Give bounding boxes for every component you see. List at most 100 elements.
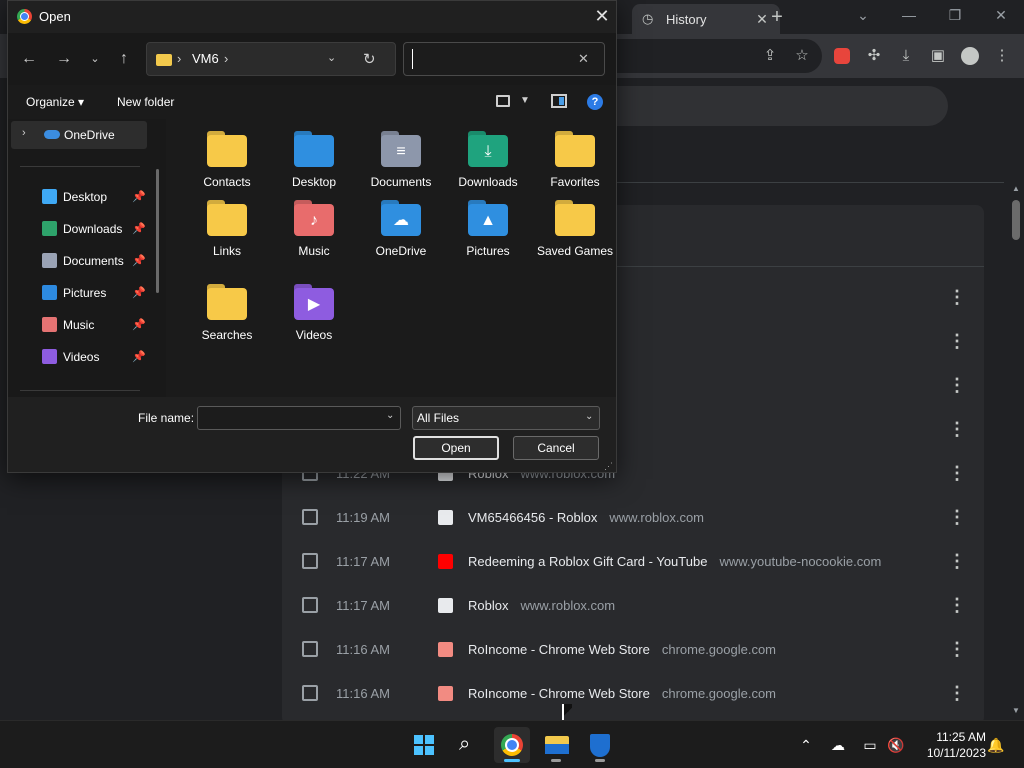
address-dropdown-chevron-icon[interactable]: ⌄ — [327, 51, 336, 64]
folder-videos[interactable]: ▶ Videos — [271, 284, 357, 342]
folder-documents[interactable]: ≡ Documents — [358, 131, 444, 189]
resize-grip-icon[interactable]: ⋰ — [604, 461, 613, 472]
taskbar-windows-security[interactable] — [582, 727, 618, 763]
more-actions-icon[interactable]: ⋮ — [948, 508, 966, 526]
sidebar-item-documents[interactable]: Documents 📌 — [8, 247, 158, 275]
cancel-button[interactable]: Cancel — [513, 436, 599, 460]
history-link[interactable]: RoIncome - Chrome Web Store chrome.google… — [468, 686, 776, 701]
notification-bell-icon[interactable]: 🔔 — [987, 737, 1005, 754]
bookmark-star-icon[interactable]: ☆ — [792, 46, 812, 66]
history-row[interactable]: 11:17 AM Roblox www.roblox.com ⋮ — [282, 583, 984, 627]
sidebar-item-music[interactable]: Music 📌 — [8, 311, 158, 339]
row-checkbox[interactable] — [302, 509, 318, 525]
close-window-icon[interactable]: ✕ — [984, 4, 1018, 28]
show-hidden-icons-chevron-icon[interactable]: ⌃ — [797, 737, 815, 754]
folder-searches[interactable]: Searches — [184, 284, 270, 342]
folder-downloads[interactable]: ⤓ Downloads — [445, 131, 531, 189]
recent-locations-chevron-icon[interactable]: ⌄ — [83, 48, 107, 70]
refresh-icon[interactable]: ↻ — [363, 50, 376, 68]
start-button[interactable] — [406, 727, 442, 763]
change-view-icon[interactable] — [496, 95, 510, 107]
folder-links[interactable]: Links — [184, 200, 270, 258]
profile-avatar-icon[interactable] — [961, 47, 979, 65]
preview-pane-icon[interactable] — [551, 94, 567, 108]
expand-chevron-icon[interactable]: › — [22, 127, 26, 139]
open-button[interactable]: Open — [413, 436, 499, 460]
folder-saved-games[interactable]: Saved Games — [532, 200, 618, 258]
file-name-history-chevron-icon[interactable]: ⌄ — [386, 410, 394, 421]
back-arrow-icon[interactable]: ← — [17, 48, 41, 70]
up-arrow-icon[interactable]: ↑ — [112, 48, 136, 70]
scroll-down-icon[interactable]: ▼ — [1011, 706, 1021, 715]
folder-music[interactable]: ♪ Music — [271, 200, 357, 258]
side-panel-icon[interactable]: ▣ — [928, 46, 948, 66]
row-checkbox[interactable] — [302, 597, 318, 613]
download-icon[interactable]: ⤓ — [896, 46, 916, 66]
search-button[interactable]: ⌕ — [450, 727, 486, 763]
new-folder-button[interactable]: New folder — [117, 95, 174, 109]
clear-search-icon[interactable]: ✕ — [578, 51, 589, 67]
sidebar-item-videos[interactable]: Videos 📌 — [8, 343, 158, 371]
sidebar-item-onedrive[interactable]: › OneDrive — [11, 121, 147, 149]
forward-arrow-icon[interactable]: → — [52, 48, 76, 70]
row-checkbox[interactable] — [302, 553, 318, 569]
folder-pictures[interactable]: ▲ Pictures — [445, 200, 531, 258]
folder-contacts[interactable]: Contacts — [184, 131, 270, 189]
more-actions-icon[interactable]: ⋮ — [948, 288, 966, 306]
share-icon[interactable]: ⇪ — [760, 46, 780, 66]
scroll-up-icon[interactable]: ▲ — [1011, 184, 1021, 193]
navigation-scrollbar[interactable] — [156, 169, 159, 293]
history-link[interactable]: VM65466456 - Roblox www.roblox.com — [468, 510, 704, 525]
volume-muted-icon[interactable]: 🔇 — [887, 737, 905, 754]
clock-time[interactable]: 11:25 AM — [916, 730, 986, 744]
more-actions-icon[interactable]: ⋮ — [948, 684, 966, 702]
address-bar[interactable]: › VM6 › ⌄ ↻ — [146, 42, 396, 76]
clock-date[interactable]: 10/11/2023 — [916, 746, 986, 760]
breadcrumb-vm6[interactable]: VM6 — [192, 51, 219, 66]
file-type-select[interactable]: All Files ⌄ — [412, 406, 600, 430]
taskbar-file-explorer[interactable] — [538, 727, 574, 763]
network-icon[interactable]: ▭ — [861, 737, 879, 754]
scroll-thumb[interactable] — [1012, 200, 1020, 240]
history-row[interactable]: 11:17 AM Redeeming a Roblox Gift Card - Y… — [282, 539, 984, 583]
folder-onedrive[interactable]: ☁ OneDrive — [358, 200, 444, 258]
more-actions-icon[interactable]: ⋮ — [948, 552, 966, 570]
minimize-icon[interactable]: — — [892, 4, 926, 28]
menu-kebab-icon[interactable]: ⋮ — [992, 46, 1012, 66]
folder-desktop[interactable]: Desktop — [271, 131, 357, 189]
history-row[interactable]: 11:19 AM VM65466456 - Roblox www.roblox.co… — [282, 495, 984, 539]
more-actions-icon[interactable]: ⋮ — [948, 332, 966, 350]
folder-favorites[interactable]: Favorites — [532, 131, 618, 189]
row-checkbox[interactable] — [302, 641, 318, 657]
sidebar-item-downloads[interactable]: Downloads 📌 — [8, 215, 158, 243]
page-scrollbar[interactable]: ▲ ▼ — [1008, 182, 1024, 720]
row-checkbox[interactable] — [302, 685, 318, 701]
help-icon[interactable]: ? — [587, 94, 603, 110]
history-row[interactable]: 11:16 AM RoIncome - Chrome Web Store chrom… — [282, 671, 984, 715]
history-search-bar[interactable] — [612, 86, 948, 126]
maximize-icon[interactable]: ❐ — [938, 4, 972, 28]
file-name-input[interactable] — [197, 406, 401, 430]
onedrive-status-icon[interactable]: ☁ — [829, 737, 847, 754]
history-link[interactable]: Redeeming a Roblox Gift Card - YouTube ww… — [468, 554, 881, 569]
history-row[interactable]: 11:16 AM RoIncome - Chrome Web Store chrom… — [282, 627, 984, 671]
more-actions-icon[interactable]: ⋮ — [948, 420, 966, 438]
taskbar-chrome[interactable] — [494, 727, 530, 763]
search-field[interactable]: ✕ — [403, 42, 605, 76]
close-icon[interactable]: ✕ — [590, 5, 614, 29]
more-actions-icon[interactable]: ⋮ — [948, 640, 966, 658]
more-actions-icon[interactable]: ⋮ — [948, 376, 966, 394]
new-tab-button[interactable]: + — [764, 6, 790, 30]
more-actions-icon[interactable]: ⋮ — [948, 596, 966, 614]
tab-history[interactable]: ◷ History ✕ — [632, 4, 780, 34]
history-link[interactable]: RoIncome - Chrome Web Store chrome.google… — [468, 642, 776, 657]
sidebar-item-pictures[interactable]: Pictures 📌 — [8, 279, 158, 307]
sidebar-item-desktop[interactable]: Desktop 📌 — [8, 183, 158, 211]
history-link[interactable]: Roblox www.roblox.com — [468, 598, 615, 613]
extension-red-icon[interactable] — [834, 48, 850, 64]
more-actions-icon[interactable]: ⋮ — [948, 464, 966, 482]
search-input[interactable] — [412, 49, 572, 69]
view-options-chevron-icon[interactable]: ▼ — [520, 95, 530, 106]
tab-search-icon[interactable]: ⌄ — [846, 4, 880, 28]
organize-button[interactable]: Organize ▾ — [26, 95, 84, 109]
